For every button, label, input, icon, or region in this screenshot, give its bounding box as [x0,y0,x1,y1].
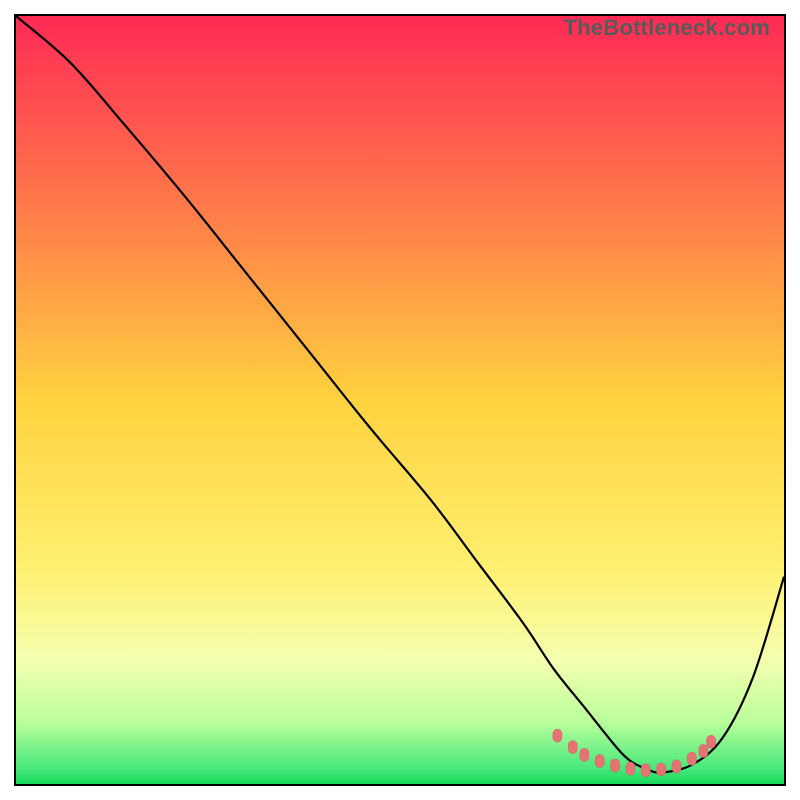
watermark-text: TheBottleneck.com [564,15,770,41]
dot-marker [568,741,577,754]
dot-marker [580,748,589,761]
dot-marker [641,764,650,777]
dot-marker [595,754,604,767]
chart-frame: TheBottleneck.com [14,14,786,786]
dot-marker [707,735,716,748]
chart-plot [16,16,784,784]
dot-marker [699,744,708,757]
dot-marker [611,759,620,772]
dot-marker [672,760,681,773]
dot-marker [553,729,562,742]
dot-marker [657,763,666,776]
dot-marker [687,752,696,765]
dot-marker [626,762,635,775]
